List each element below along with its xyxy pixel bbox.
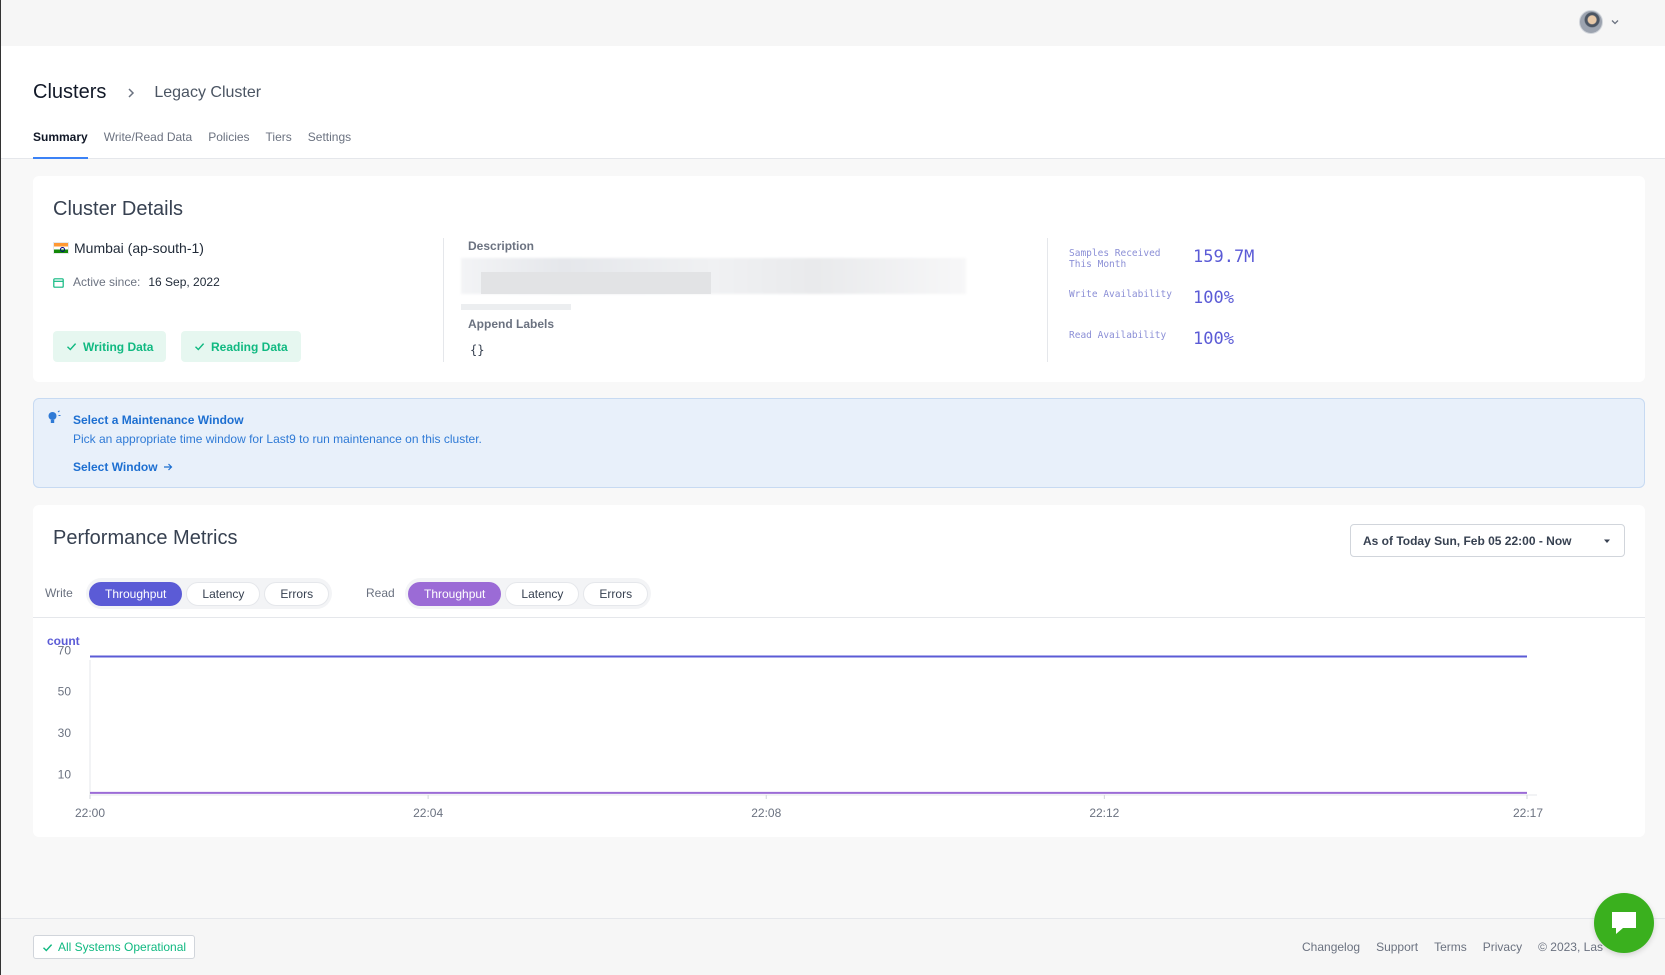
active-since-date: 16 Sep, 2022	[148, 275, 220, 289]
user-menu[interactable]	[1579, 10, 1621, 34]
top-bar	[1, 0, 1665, 46]
samples-received-value: 159.7M	[1193, 247, 1255, 267]
x-tick-label: 22:12	[1089, 806, 1119, 820]
system-status-label: All Systems Operational	[58, 940, 187, 954]
chevron-down-icon	[1611, 20, 1619, 25]
select-window-link[interactable]: Select Window	[73, 460, 173, 474]
y-tick-label: 30	[58, 726, 72, 740]
append-labels-label: Append Labels	[468, 317, 555, 331]
caret-down-icon	[1604, 539, 1610, 543]
write-metric-toggle: Throughput Latency Errors	[86, 578, 333, 609]
check-icon	[195, 343, 205, 351]
copyright: © 2023, Las	[1538, 940, 1603, 954]
avatar[interactable]	[1579, 10, 1603, 34]
cluster-details-title: Cluster Details	[53, 198, 184, 220]
x-tick-label: 22:08	[751, 806, 781, 820]
region-label: Mumbai (ap-south-1)	[74, 240, 204, 256]
throughput-chart: count7050301022:00 22:04 22:08 22:12 22:17	[47, 634, 1543, 820]
time-range-select[interactable]: As of Today Sun, Feb 05 22:00 - Now	[1350, 524, 1625, 557]
footer: All Systems Operational Changelog Suppor…	[1, 918, 1665, 975]
divider	[33, 617, 1645, 618]
support-link[interactable]: Support	[1376, 940, 1418, 954]
y-tick-label: 10	[58, 767, 72, 781]
append-labels-value: {}	[470, 343, 485, 357]
terms-link[interactable]: Terms	[1434, 940, 1467, 954]
divider	[443, 238, 444, 362]
writing-data-badge: Writing Data	[53, 331, 167, 362]
write-availability-value: 100%	[1193, 288, 1234, 308]
write-label: Write	[45, 586, 73, 600]
footer-links: Changelog Support Terms Privacy © 2023, …	[1302, 940, 1603, 954]
divider	[1047, 238, 1048, 362]
active-since-label: Active since:	[73, 275, 141, 289]
write-errors-button[interactable]: Errors	[264, 581, 330, 606]
read-label: Read	[366, 586, 395, 600]
redacted-description-line	[481, 272, 711, 294]
reading-data-label: Reading Data	[211, 339, 288, 354]
read-errors-button[interactable]: Errors	[583, 581, 649, 606]
select-window-label: Select Window	[73, 460, 158, 474]
read-throughput-button[interactable]: Throughput	[408, 581, 502, 606]
time-range-label: As of Today Sun, Feb 05 22:00 - Now	[1363, 533, 1572, 548]
banner-text: Pick an appropriate time window for Last…	[73, 432, 482, 446]
check-icon	[67, 343, 77, 351]
description-label: Description	[468, 239, 535, 253]
chat-button[interactable]	[1594, 893, 1654, 953]
y-tick-label: 70	[58, 643, 72, 657]
write-throughput-button[interactable]: Throughput	[89, 581, 183, 606]
x-tick-label: 22:04	[413, 806, 443, 820]
chat-bubble-icon	[1612, 912, 1636, 934]
active-since: Active since: 16 Sep, 2022	[53, 275, 220, 289]
tab-bar: Summary Write/Read Data Policies Tiers S…	[33, 130, 367, 159]
breadcrumb-current: Legacy Cluster	[154, 83, 262, 101]
banner-title: Select a Maintenance Window	[73, 413, 244, 427]
tab-settings[interactable]: Settings	[308, 130, 351, 159]
check-icon	[43, 943, 53, 952]
read-metric-toggle: Throughput Latency Errors	[405, 578, 652, 609]
tab-tiers[interactable]: Tiers	[266, 130, 292, 159]
changelog-link[interactable]: Changelog	[1302, 940, 1360, 954]
lightbulb-icon	[48, 410, 61, 423]
breadcrumb: Clusters Legacy Cluster	[33, 81, 261, 104]
samples-received-label: Samples Received This Month	[1069, 248, 1161, 270]
x-tick-label: 22:00	[75, 806, 105, 820]
breadcrumb-clusters[interactable]: Clusters	[33, 81, 106, 104]
india-flag-icon	[53, 242, 69, 254]
tab-write-read-data[interactable]: Write/Read Data	[104, 130, 192, 159]
reading-data-badge: Reading Data	[181, 331, 301, 362]
region: Mumbai (ap-south-1)	[53, 240, 204, 256]
maintenance-banner: Select a Maintenance Window Pick an appr…	[33, 398, 1645, 488]
chevron-right-icon	[128, 87, 135, 98]
read-latency-button[interactable]: Latency	[505, 581, 580, 606]
write-availability-label: Write Availability	[1069, 289, 1172, 300]
performance-metrics-card: Performance Metrics As of Today Sun, Feb…	[33, 505, 1645, 837]
x-tick-label: 22:17	[1513, 806, 1543, 820]
redacted-overlay	[461, 304, 571, 310]
system-status-badge[interactable]: All Systems Operational	[33, 935, 196, 959]
read-availability-value: 100%	[1193, 329, 1234, 349]
performance-metrics-title: Performance Metrics	[53, 527, 238, 549]
page-header: Clusters Legacy Cluster Summary Write/Re…	[1, 46, 1665, 159]
y-tick-label: 50	[58, 685, 72, 699]
privacy-link[interactable]: Privacy	[1483, 940, 1522, 954]
calendar-icon	[53, 277, 64, 288]
writing-data-label: Writing Data	[83, 339, 154, 354]
cluster-details-card: Cluster Details Mumbai (ap-south-1) Acti…	[33, 176, 1645, 382]
write-latency-button[interactable]: Latency	[186, 581, 261, 606]
tab-policies[interactable]: Policies	[208, 130, 249, 159]
read-availability-label: Read Availability	[1069, 330, 1167, 341]
arrow-right-icon	[163, 463, 172, 471]
tab-summary[interactable]: Summary	[33, 130, 88, 159]
